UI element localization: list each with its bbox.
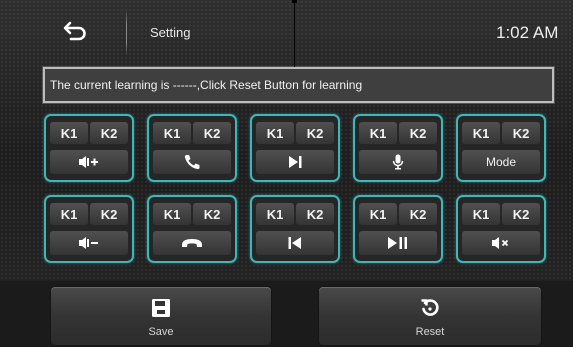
phone-hangup-icon: [181, 237, 203, 249]
k1-button[interactable]: K1: [50, 122, 88, 144]
k1-button[interactable]: K1: [359, 122, 397, 144]
callout-marker: [292, 0, 297, 3]
key-card-volume-up[interactable]: K1 K2: [44, 114, 134, 182]
learning-status-text: The current learning is ------,Click Res…: [50, 78, 363, 92]
key-card-volume-down[interactable]: K1 K2: [44, 195, 134, 263]
k1-button[interactable]: K1: [256, 203, 294, 225]
k1-button[interactable]: K1: [462, 122, 500, 144]
k2-button[interactable]: K2: [90, 203, 128, 225]
k2-button[interactable]: K2: [502, 203, 540, 225]
key-card-phone-hangup[interactable]: K1 K2: [147, 195, 237, 263]
k2-button[interactable]: K2: [90, 122, 128, 144]
phone-answer-icon: [183, 154, 201, 170]
callout-line: [294, 0, 295, 67]
next-track-function-button[interactable]: [256, 150, 334, 174]
mute-function-button[interactable]: [462, 231, 540, 255]
topbar-divider: [126, 10, 127, 56]
reset-label: Reset: [415, 326, 445, 338]
key-card-phone-answer[interactable]: K1 K2: [147, 114, 237, 182]
k2-button[interactable]: K2: [193, 203, 231, 225]
save-button[interactable]: Save: [51, 287, 271, 345]
volume-down-icon: [78, 236, 100, 250]
key-card-mode[interactable]: K1 K2 Mode: [456, 114, 546, 182]
k2-button[interactable]: K2: [399, 203, 437, 225]
k1-button[interactable]: K1: [462, 203, 500, 225]
back-button[interactable]: [40, 14, 110, 52]
key-card-previous-track[interactable]: K1 K2: [250, 195, 340, 263]
phone-answer-function-button[interactable]: [153, 150, 231, 174]
k2-button[interactable]: K2: [296, 122, 334, 144]
key-card-next-track[interactable]: K1 K2: [250, 114, 340, 182]
back-arrow-icon: [62, 20, 88, 47]
play-pause-icon: [387, 236, 409, 250]
k1-button[interactable]: K1: [256, 122, 294, 144]
k2-button[interactable]: K2: [399, 122, 437, 144]
k1-button[interactable]: K1: [153, 203, 191, 225]
k2-button[interactable]: K2: [502, 122, 540, 144]
k1-button[interactable]: K1: [153, 122, 191, 144]
previous-track-icon: [287, 236, 303, 250]
k1-button[interactable]: K1: [50, 203, 88, 225]
key-card-mute[interactable]: K1 K2: [456, 195, 546, 263]
learning-status-bar: The current learning is ------,Click Res…: [42, 66, 555, 104]
previous-track-function-button[interactable]: [256, 231, 334, 255]
top-bar: Setting 1:02 AM: [0, 10, 573, 56]
reset-icon: [420, 298, 440, 323]
page-title: Setting: [150, 25, 191, 40]
k2-button[interactable]: K2: [193, 122, 231, 144]
head-unit-screen: Setting 1:02 AM The current learning is …: [0, 0, 573, 347]
next-track-icon: [287, 155, 303, 169]
reset-button[interactable]: Reset: [319, 287, 541, 345]
clock: 1:02 AM: [496, 23, 559, 42]
play-pause-function-button[interactable]: [359, 231, 437, 255]
phone-hangup-function-button[interactable]: [153, 231, 231, 255]
k1-button[interactable]: K1: [359, 203, 397, 225]
k2-button[interactable]: K2: [296, 203, 334, 225]
mode-function-button[interactable]: Mode: [462, 150, 540, 174]
save-label: Save: [148, 326, 174, 338]
key-card-microphone[interactable]: K1 K2: [353, 114, 443, 182]
save-icon: [151, 298, 171, 323]
volume-down-function-button[interactable]: [50, 231, 128, 255]
microphone-function-button[interactable]: [359, 150, 437, 174]
key-card-play-pause[interactable]: K1 K2: [353, 195, 443, 263]
volume-up-function-button[interactable]: [50, 150, 128, 174]
mute-icon: [491, 236, 511, 250]
volume-up-icon: [78, 155, 100, 169]
microphone-icon: [392, 154, 404, 170]
